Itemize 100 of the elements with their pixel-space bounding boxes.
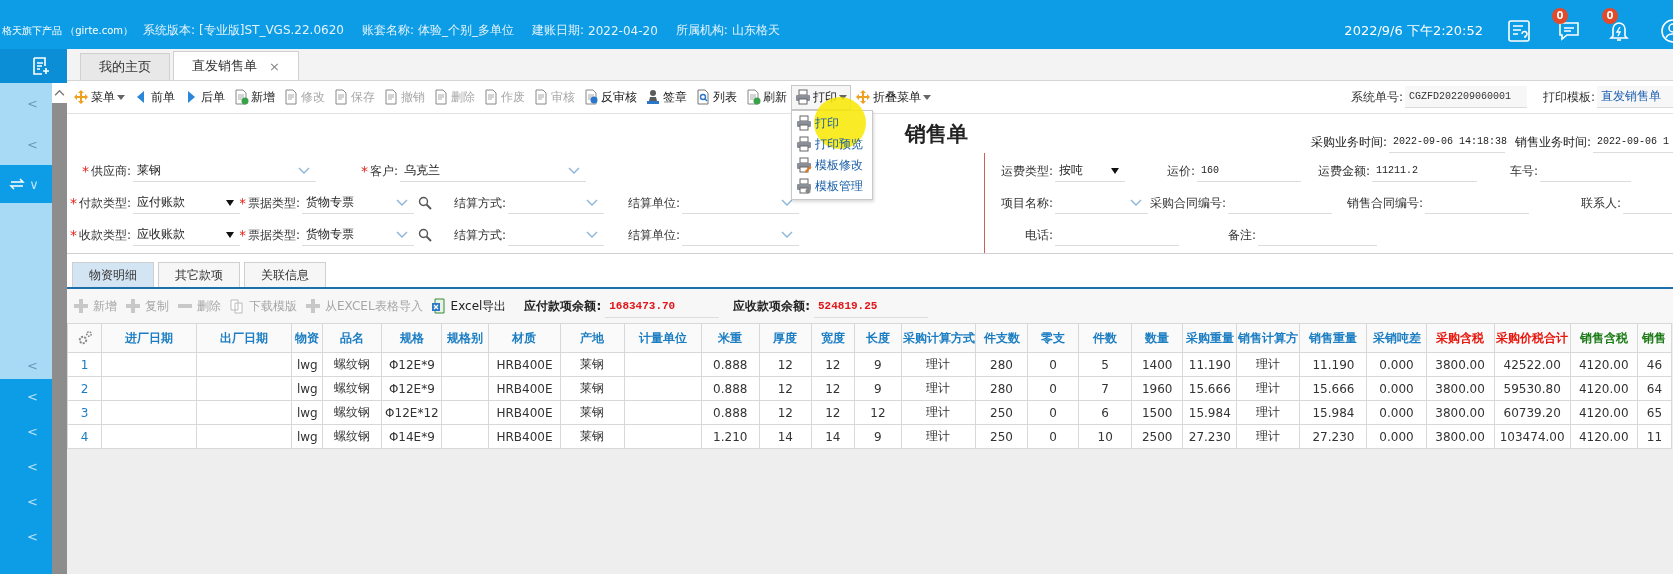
table-cell: HRB400E — [488, 400, 561, 425]
search-icon[interactable] — [418, 196, 432, 210]
search-icon[interactable] — [418, 228, 432, 242]
table-cell: 0 — [1027, 400, 1079, 425]
column-header[interactable]: 品名 — [322, 323, 382, 353]
field-label: 联系人: — [1580, 194, 1621, 212]
notification-badge: 0 — [1602, 7, 1618, 24]
table-cell: 12 — [811, 400, 855, 425]
table-cell: 11 — [1637, 424, 1672, 449]
field-label: 票据类型: — [247, 226, 300, 244]
table-cell: 螺纹钢 — [322, 376, 382, 401]
table-cell: 莱钢 — [560, 352, 625, 377]
document-icon — [283, 89, 299, 105]
field-label: 结算单位: — [627, 226, 680, 244]
toolbar-button[interactable]: 后单 — [179, 84, 229, 110]
plus-icon — [73, 298, 89, 314]
column-header[interactable]: 销售 — [1637, 323, 1672, 353]
field-label: 客户: — [369, 162, 398, 180]
column-header[interactable]: 厚度 — [759, 323, 812, 353]
menu-item[interactable]: 模板修改 — [792, 154, 872, 176]
column-header[interactable]: 出厂日期 — [196, 323, 292, 353]
toolbar-button[interactable]: 反审核 — [579, 84, 641, 110]
tab-label: 直发销售单 — [192, 57, 257, 75]
settings-icon[interactable] — [76, 330, 93, 346]
column-header[interactable]: 宽度 — [811, 323, 855, 353]
toolbar-button[interactable]: 前单 — [129, 84, 179, 110]
column-header[interactable]: 长度 — [854, 323, 902, 353]
column-header[interactable]: 进厂日期 — [101, 323, 197, 353]
toolbar-button[interactable]: 菜单 — [69, 84, 129, 110]
tab[interactable]: 关联信息 — [244, 262, 326, 287]
column-header[interactable]: 规格 — [381, 323, 442, 353]
table-cell: 12 — [854, 400, 902, 425]
table-cell: 15.984 — [1182, 400, 1237, 425]
datetime: 2022/9/6 下午2:20:52 — [1344, 21, 1483, 40]
column-header[interactable]: 规格别 — [441, 323, 489, 353]
sidebar-add-button[interactable] — [0, 49, 67, 83]
column-header[interactable]: 采购重量 — [1182, 323, 1237, 353]
tab[interactable]: 物资明细 — [72, 262, 154, 287]
caret-icon — [117, 94, 125, 100]
column-header[interactable]: 材质 — [488, 323, 561, 353]
toolbar-button[interactable]: 折叠菜单 — [851, 84, 935, 110]
tab[interactable]: 直发销售单 × — [173, 51, 299, 80]
field-label: 付款类型: — [78, 194, 131, 212]
tab[interactable]: 我的主页 — [80, 53, 170, 80]
column-header[interactable]: 数量 — [1131, 323, 1183, 353]
select-field[interactable]: 应收账款 — [133, 224, 240, 246]
column-header[interactable]: 采购价税合计 — [1494, 323, 1571, 353]
table-cell: lwg — [291, 352, 323, 377]
column-header[interactable]: 米重 — [701, 323, 760, 353]
column-header[interactable]: 产地 — [560, 323, 625, 353]
toolbar-button[interactable]: Excel导出 — [426, 295, 511, 317]
field-label: 运费金额: — [1317, 162, 1370, 180]
menu-item[interactable]: 模板管理 — [792, 175, 872, 197]
input-field[interactable]: CGZFD202209060001 — [1404, 86, 1527, 108]
column-header[interactable]: 物资 — [291, 323, 323, 353]
close-icon[interactable]: × — [269, 58, 280, 74]
stamp-icon — [645, 89, 661, 105]
table-cell: 65 — [1637, 400, 1672, 425]
table-cell: 4120.00 — [1570, 400, 1638, 425]
select-field[interactable]: 应付账款 — [133, 192, 240, 214]
chevron-down-icon — [586, 199, 598, 206]
table-cell: 103474.00 — [1494, 424, 1571, 449]
toolbar-button[interactable]: 列表 — [691, 84, 741, 110]
table-cell: 15.666 — [1299, 376, 1367, 401]
table-cell: 27.230 — [1182, 424, 1237, 449]
toolbar-button[interactable]: 签章 — [641, 84, 691, 110]
table-cell: 0.000 — [1366, 376, 1427, 401]
table-cell: 60739.20 — [1494, 400, 1571, 425]
column-header[interactable]: 采购含税 — [1426, 323, 1495, 353]
column-header[interactable]: 计量单位 — [624, 323, 702, 353]
column-header[interactable]: 采销吨差 — [1366, 323, 1427, 353]
tab[interactable]: 其它款项 — [158, 262, 240, 287]
column-header[interactable]: 件数 — [1078, 323, 1132, 353]
column-header[interactable]: 销售重量 — [1299, 323, 1367, 353]
table-cell: 5 — [1078, 352, 1132, 377]
scrollbar[interactable] — [52, 83, 67, 574]
copy-icon — [229, 298, 245, 314]
table-cell: 11.190 — [1182, 352, 1237, 377]
table-cell: 280 — [975, 376, 1028, 401]
table-cell: 250 — [975, 400, 1028, 425]
toolbar-button[interactable]: 新增 — [229, 84, 279, 110]
help-document-icon[interactable] — [1507, 18, 1531, 43]
column-header[interactable]: 零支 — [1027, 323, 1079, 353]
table-cell: Φ12E*9 — [381, 352, 442, 377]
select-field[interactable]: 直发销售单 — [1597, 86, 1673, 108]
scroll-up-icon[interactable] — [52, 83, 67, 103]
column-header[interactable]: 件支数 — [975, 323, 1028, 353]
menu-item[interactable]: 打印预览 — [792, 133, 872, 155]
document-search-icon — [695, 89, 711, 105]
column-header[interactable]: 销售计算方 — [1236, 323, 1300, 353]
menu-item[interactable]: 打印 — [792, 112, 872, 134]
table-cell: 4120.00 — [1570, 424, 1638, 449]
column-header[interactable]: 采购计算方式 — [901, 323, 976, 353]
column-header[interactable]: 销售含税 — [1570, 323, 1638, 353]
field-label: 电话: — [1024, 226, 1053, 244]
table-cell: 11.190 — [1299, 352, 1367, 377]
document-icon — [483, 89, 499, 105]
info-label: 所属机构: — [675, 22, 728, 39]
toolbar-button[interactable]: 刷新 — [741, 84, 791, 110]
table-cell: 0 — [1027, 352, 1079, 377]
